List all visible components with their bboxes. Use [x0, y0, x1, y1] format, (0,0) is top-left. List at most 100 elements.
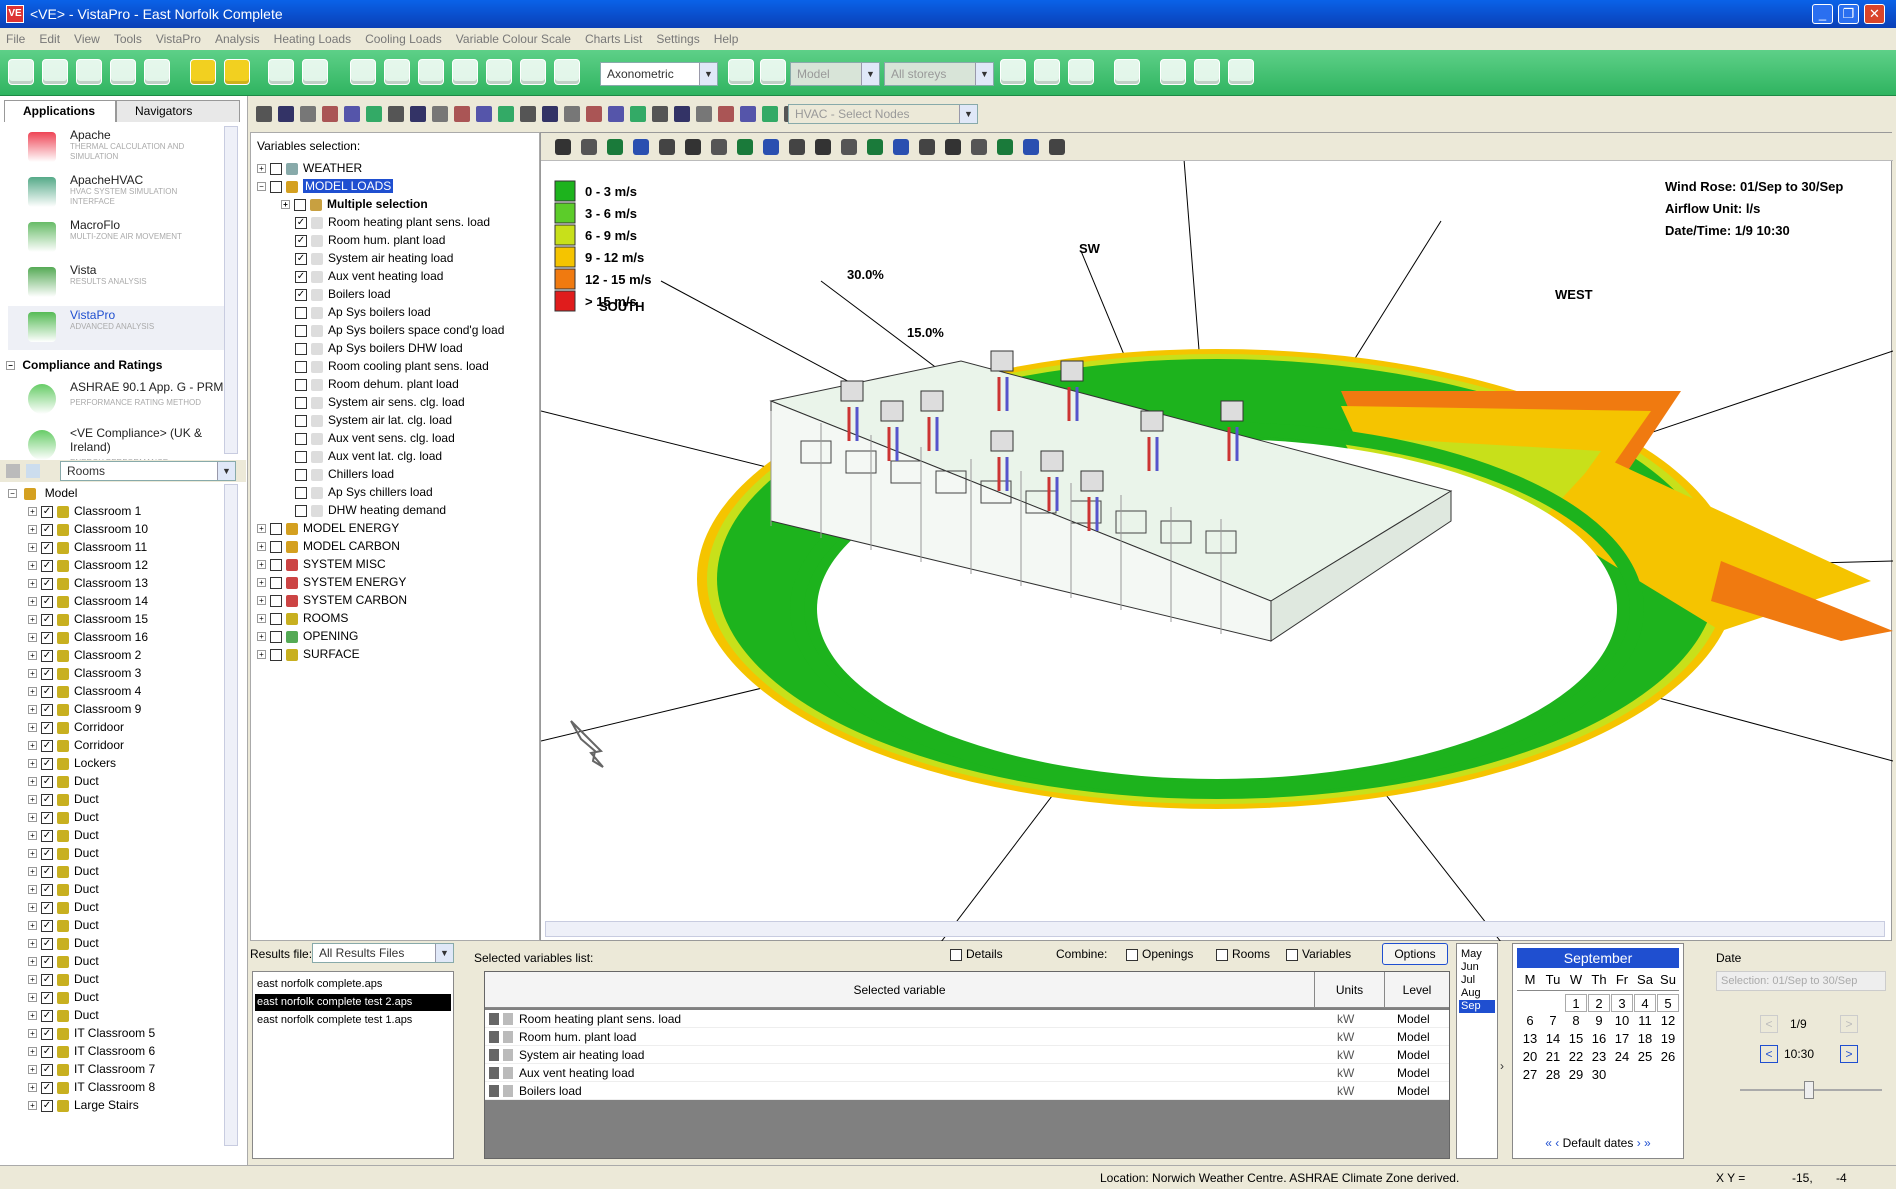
- view-tool-icon[interactable]: [789, 139, 805, 155]
- menu-item-charts-list[interactable]: Charts List: [585, 32, 642, 46]
- expand-icon[interactable]: +: [28, 723, 37, 733]
- open-folder-icon[interactable]: [42, 59, 68, 85]
- column-variable[interactable]: Selected variable: [485, 972, 1315, 1008]
- expand-icon[interactable]: +: [28, 831, 37, 841]
- checkbox[interactable]: ✓: [41, 541, 53, 554]
- view-tool-icon[interactable]: [815, 139, 831, 155]
- calendar-day[interactable]: 21: [1542, 1048, 1564, 1066]
- month-item[interactable]: Aug: [1459, 987, 1495, 1000]
- toolbar-tool-icon[interactable]: [674, 106, 690, 122]
- expand-icon[interactable]: +: [28, 957, 37, 967]
- variable-group[interactable]: + MODEL ENERGY: [257, 519, 399, 537]
- view-tool-icon[interactable]: [893, 139, 909, 155]
- tree-item[interactable]: + ✓ Classroom 10: [28, 520, 148, 538]
- new-file-icon[interactable]: [8, 59, 34, 85]
- variable-item[interactable]: Ap Sys boilers load: [295, 303, 431, 321]
- checkbox[interactable]: ✓: [41, 829, 53, 842]
- expand-icon[interactable]: +: [257, 650, 266, 660]
- expand-icon[interactable]: +: [28, 939, 37, 949]
- toolbar-tool-icon[interactable]: [366, 106, 382, 122]
- variable-group[interactable]: + OPENING: [257, 627, 358, 645]
- expand-icon[interactable]: +: [28, 1029, 37, 1039]
- results-file-item[interactable]: east norfolk complete test 1.aps: [255, 1012, 451, 1029]
- calendar-day[interactable]: 18: [1634, 1030, 1656, 1048]
- toolbar-tool-icon[interactable]: [388, 106, 404, 122]
- checkbox[interactable]: ✓: [41, 865, 53, 878]
- app-item-apache[interactable]: Apache THERMAL CALCULATION AND SIMULATION: [8, 126, 228, 170]
- toolbar-tool-icon[interactable]: [608, 106, 624, 122]
- variable-item[interactable]: System air sens. clg. load: [295, 393, 465, 411]
- tree-item[interactable]: + ✓ Classroom 1: [28, 502, 141, 520]
- view-tool-icon[interactable]: [867, 139, 883, 155]
- storeys-select[interactable]: All storeys ▼: [884, 62, 994, 86]
- checkbox[interactable]: [270, 648, 282, 661]
- calendar-day[interactable]: 23: [1588, 1048, 1610, 1066]
- checkbox[interactable]: [950, 948, 962, 961]
- rooms-select[interactable]: Rooms ▼: [60, 461, 236, 481]
- date-next-button[interactable]: >: [1840, 1015, 1858, 1033]
- view-tool-icon[interactable]: [555, 139, 571, 155]
- toolbar-tool-icon[interactable]: [630, 106, 646, 122]
- zoom-icon[interactable]: [350, 59, 376, 85]
- checkbox[interactable]: ✓: [41, 577, 53, 590]
- checkbox[interactable]: ✓: [41, 883, 53, 896]
- month-arrow-icon[interactable]: ›: [1500, 981, 1510, 1151]
- calendar-day[interactable]: 25: [1634, 1048, 1656, 1066]
- checkbox[interactable]: ✓: [295, 216, 307, 229]
- model-tree-root[interactable]: − Model: [8, 484, 77, 502]
- expand-icon[interactable]: +: [28, 705, 37, 715]
- tree-item[interactable]: + ✓ Classroom 9: [28, 700, 141, 718]
- wind-rose-view[interactable]: SOUTHSWWEST30.0%15.0% 0 - 3 m/s3 - 6 m/s…: [541, 161, 1893, 942]
- globe-icon[interactable]: [190, 59, 216, 85]
- calendar-day[interactable]: 3: [1611, 994, 1633, 1012]
- checkbox[interactable]: ✓: [41, 793, 53, 806]
- view-tool-icon[interactable]: [659, 139, 675, 155]
- model-select[interactable]: Model ▼: [790, 62, 880, 86]
- tree-item[interactable]: + ✓ Duct: [28, 952, 99, 970]
- toolbar-tool-icon[interactable]: [520, 106, 536, 122]
- toolbar-tool-icon[interactable]: [718, 106, 734, 122]
- checkbox[interactable]: ✓: [41, 991, 53, 1004]
- calendar-day[interactable]: 4: [1634, 994, 1656, 1012]
- expand-icon[interactable]: +: [28, 597, 37, 607]
- trash-icon[interactable]: [489, 1067, 499, 1079]
- checkbox[interactable]: ✓: [41, 775, 53, 788]
- tree-item[interactable]: + ✓ IT Classroom 8: [28, 1078, 155, 1096]
- menu-item-settings[interactable]: Settings: [656, 32, 699, 46]
- variable-item[interactable]: Chillers load: [295, 465, 394, 483]
- toolbar-tool-icon[interactable]: [564, 106, 580, 122]
- checkbox[interactable]: [295, 360, 307, 373]
- toolbar-tool-icon[interactable]: [740, 106, 756, 122]
- tree-item[interactable]: + ✓ Duct: [28, 988, 99, 1006]
- component-icon[interactable]: [1160, 59, 1186, 85]
- results-file-item[interactable]: east norfolk complete test 2.aps: [255, 994, 451, 1011]
- tree-item[interactable]: + ✓ Corridoor: [28, 736, 124, 754]
- checkbox[interactable]: ✓: [41, 685, 53, 698]
- expand-icon[interactable]: +: [28, 1101, 37, 1111]
- tree-item[interactable]: + ✓ Duct: [28, 844, 99, 862]
- checkbox[interactable]: ✓: [41, 1009, 53, 1022]
- tree-item[interactable]: + ✓ Classroom 14: [28, 592, 148, 610]
- month-item[interactable]: Sep: [1459, 1000, 1495, 1013]
- menu-item-edit[interactable]: Edit: [39, 32, 60, 46]
- time-slider-handle[interactable]: [1804, 1081, 1814, 1099]
- table-row[interactable]: System air heating load kW Model: [485, 1046, 1449, 1064]
- checkbox[interactable]: ✓: [41, 1045, 53, 1058]
- expand-icon[interactable]: +: [28, 903, 37, 913]
- checkbox[interactable]: [295, 324, 307, 337]
- tree-item[interactable]: + ✓ Classroom 2: [28, 646, 141, 664]
- expand-icon[interactable]: +: [257, 164, 266, 174]
- variable-item[interactable]: Ap Sys boilers space cond'g load: [295, 321, 504, 339]
- toolbar-tool-icon[interactable]: [652, 106, 668, 122]
- selection-field[interactable]: Selection: 01/Sep to 30/Sep: [1716, 971, 1886, 991]
- calendar-day[interactable]: 9: [1588, 1012, 1610, 1030]
- menu-item-view[interactable]: View: [74, 32, 100, 46]
- checkbox[interactable]: ✓: [41, 811, 53, 824]
- app-item-macroflo[interactable]: MacroFlo MULTI-ZONE AIR MOVEMENT: [8, 216, 228, 260]
- restore-button[interactable]: ❐: [1838, 4, 1859, 24]
- calendar-day[interactable]: 2: [1588, 994, 1610, 1012]
- expand-icon[interactable]: +: [28, 669, 37, 679]
- toolbar-tool-icon[interactable]: [476, 106, 492, 122]
- calendar-day[interactable]: 26: [1657, 1048, 1679, 1066]
- calendar-day[interactable]: 10: [1611, 1012, 1633, 1030]
